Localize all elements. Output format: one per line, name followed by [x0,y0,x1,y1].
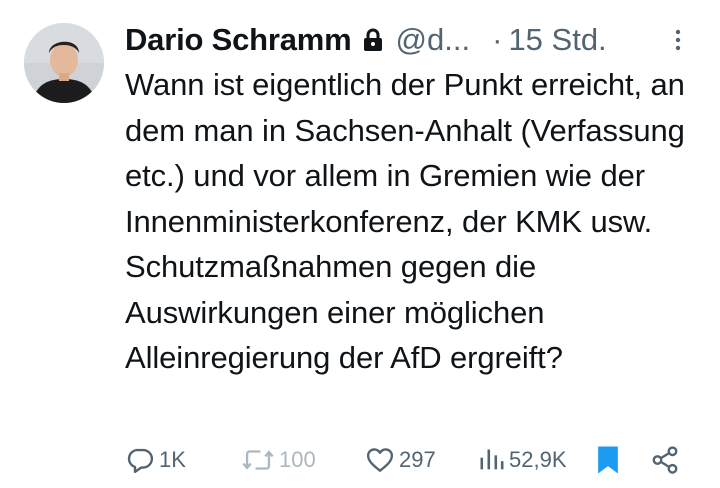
author-handle[interactable]: @d... [396,22,471,58]
tweet-text: Wann ist eigentlich der Punkt erreicht, … [125,67,685,375]
repost-button[interactable]: 100 [241,440,316,480]
more-vertical-icon[interactable] [666,28,690,52]
lock-icon [362,28,384,52]
share-icon [652,446,678,474]
reply-count: 1K [159,447,186,472]
like-button[interactable]: 297 [365,440,436,480]
like-count: 297 [399,447,436,472]
bookmark-button[interactable] [595,440,625,480]
views-icon [480,449,504,470]
bookmark-icon [598,446,618,474]
repost-icon [242,450,274,470]
timestamp[interactable]: 15 Std. [508,22,606,58]
views-button[interactable]: 52,9K [477,440,567,480]
avatar-image [24,23,104,103]
author-name[interactable]: Dario Schramm [125,22,352,58]
separator-dot: · [492,22,503,57]
tweet[interactable]: Dario Schramm @d... · 15 Std. Wann ist e… [0,0,720,488]
heart-icon [366,448,394,472]
views-count: 52,9K [509,447,567,472]
reply-icon [127,448,154,474]
tweet-header: Dario Schramm @d... · 15 Std. [125,18,690,62]
share-button[interactable] [650,440,684,480]
reply-button[interactable]: 1K [125,440,186,480]
action-bar: 1K 100 297 52,9K [125,440,684,480]
avatar[interactable] [24,23,104,103]
repost-count: 100 [279,447,316,472]
